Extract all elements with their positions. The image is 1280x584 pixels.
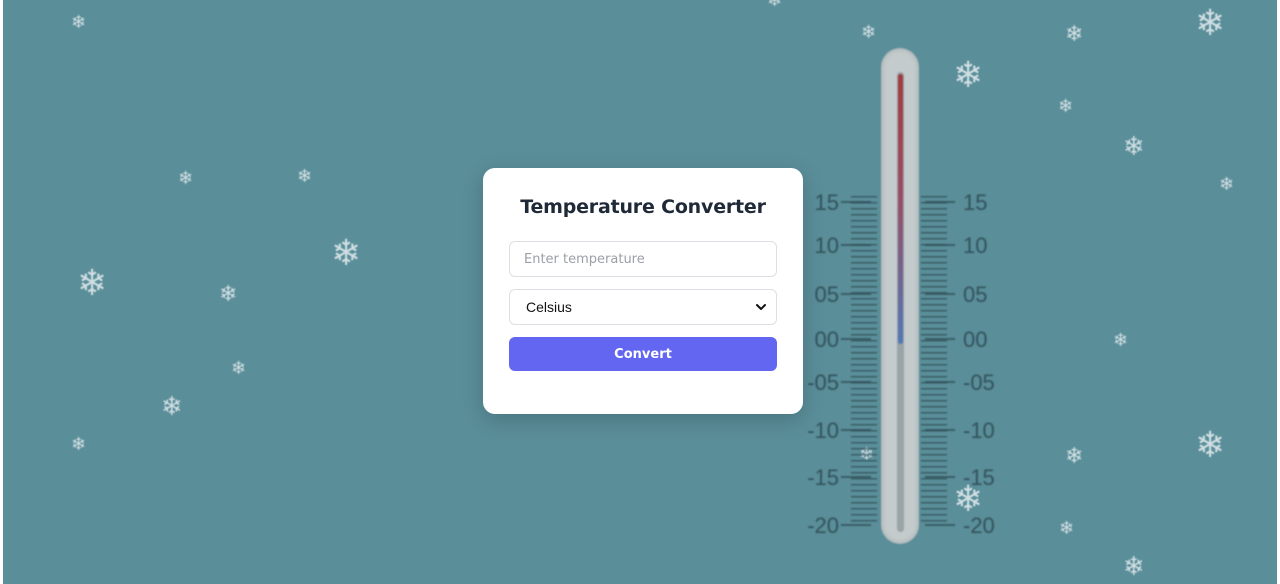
left-scale-tick xyxy=(841,338,871,340)
left-scale-label: 15 xyxy=(814,190,839,215)
left-scale-tick xyxy=(841,293,871,295)
thermometer-illustration: 15 10 05 00 -05 -10 -15 -20 15 10 05 00 -05 -10 -15 -20 xyxy=(793,40,1023,550)
right-scale-tick xyxy=(925,244,955,246)
chevron-down-icon xyxy=(756,304,766,310)
left-scale-label: 00 xyxy=(814,327,839,352)
right-scale-label: -15 xyxy=(963,465,995,490)
left-scale-tick xyxy=(841,201,871,203)
convert-button[interactable]: Convert xyxy=(509,337,777,371)
right-scale-label: 00 xyxy=(963,327,988,352)
snowflake-icon: ❄ xyxy=(1065,22,1084,47)
right-scale-tick xyxy=(925,293,955,295)
snowflake-icon: ❄ xyxy=(77,263,108,304)
snowflake-icon: ❄ xyxy=(767,0,783,11)
snowflake-icon: ❄ xyxy=(1123,552,1145,582)
left-scale-label: -10 xyxy=(807,418,839,443)
snowflake-icon: ❄ xyxy=(219,282,238,307)
left-scale-tick xyxy=(841,524,871,526)
left-scale-tick xyxy=(841,381,871,383)
converter-card: Temperature Converter Celsius Convert xyxy=(483,168,803,414)
left-scale-tick xyxy=(841,244,871,246)
left-scale-label: 05 xyxy=(814,282,839,307)
right-scale-tick xyxy=(925,476,955,478)
right-scale-tick xyxy=(925,429,955,431)
right-scale-tick xyxy=(925,201,955,203)
snowflake-icon: ❄ xyxy=(1123,132,1145,162)
left-scale-label: 10 xyxy=(814,233,839,258)
left-scale-label: -05 xyxy=(807,370,839,395)
snowflake-icon: ❄ xyxy=(161,392,183,422)
unit-select-value: Celsius xyxy=(526,299,572,315)
right-scale-tick xyxy=(925,381,955,383)
snowflake-icon: ❄ xyxy=(1065,444,1084,469)
left-scale-tick xyxy=(841,429,871,431)
page-title: Temperature Converter xyxy=(520,196,766,218)
background-scene: ❄ ❄ ❄ ❄ ❄ ❄ ❄ ❄ ❄ ❄ ❄ ❄ ❄ ❄ ❄ ❄ ❄ ❄ ❄ ❄ … xyxy=(3,0,1277,584)
left-scale-label: -15 xyxy=(807,465,839,490)
snowflake-icon: ❄ xyxy=(231,358,247,379)
snowflake-icon: ❄ xyxy=(1219,174,1235,195)
snowflake-icon: ❄ xyxy=(297,166,313,187)
snowflake-icon: ❄ xyxy=(1195,3,1226,44)
temperature-input[interactable] xyxy=(509,241,777,277)
snowflake-icon: ❄ xyxy=(331,233,362,274)
snowflake-icon: ❄ xyxy=(1195,425,1226,466)
left-scale-tick xyxy=(841,476,871,478)
snowflake-icon: ❄ xyxy=(1059,518,1075,539)
left-scale-label: -20 xyxy=(807,513,839,538)
right-scale-label: 15 xyxy=(963,190,988,215)
thermometer-mercury xyxy=(898,74,903,344)
right-scale-label: -10 xyxy=(963,418,995,443)
snowflake-icon: ❄ xyxy=(178,168,194,189)
snowflake-icon: ❄ xyxy=(1113,330,1129,351)
right-scale-label: -05 xyxy=(963,370,995,395)
snowflake-icon: ❄ xyxy=(71,434,87,455)
right-scale-label: 05 xyxy=(963,282,988,307)
right-scale-label: -20 xyxy=(963,513,995,538)
unit-select[interactable]: Celsius xyxy=(509,289,777,325)
snowflake-icon: ❄ xyxy=(1058,96,1074,117)
snowflake-icon: ❄ xyxy=(71,12,87,33)
right-scale-tick xyxy=(925,524,955,526)
right-scale-tick xyxy=(925,338,955,340)
right-scale-label: 10 xyxy=(963,233,988,258)
